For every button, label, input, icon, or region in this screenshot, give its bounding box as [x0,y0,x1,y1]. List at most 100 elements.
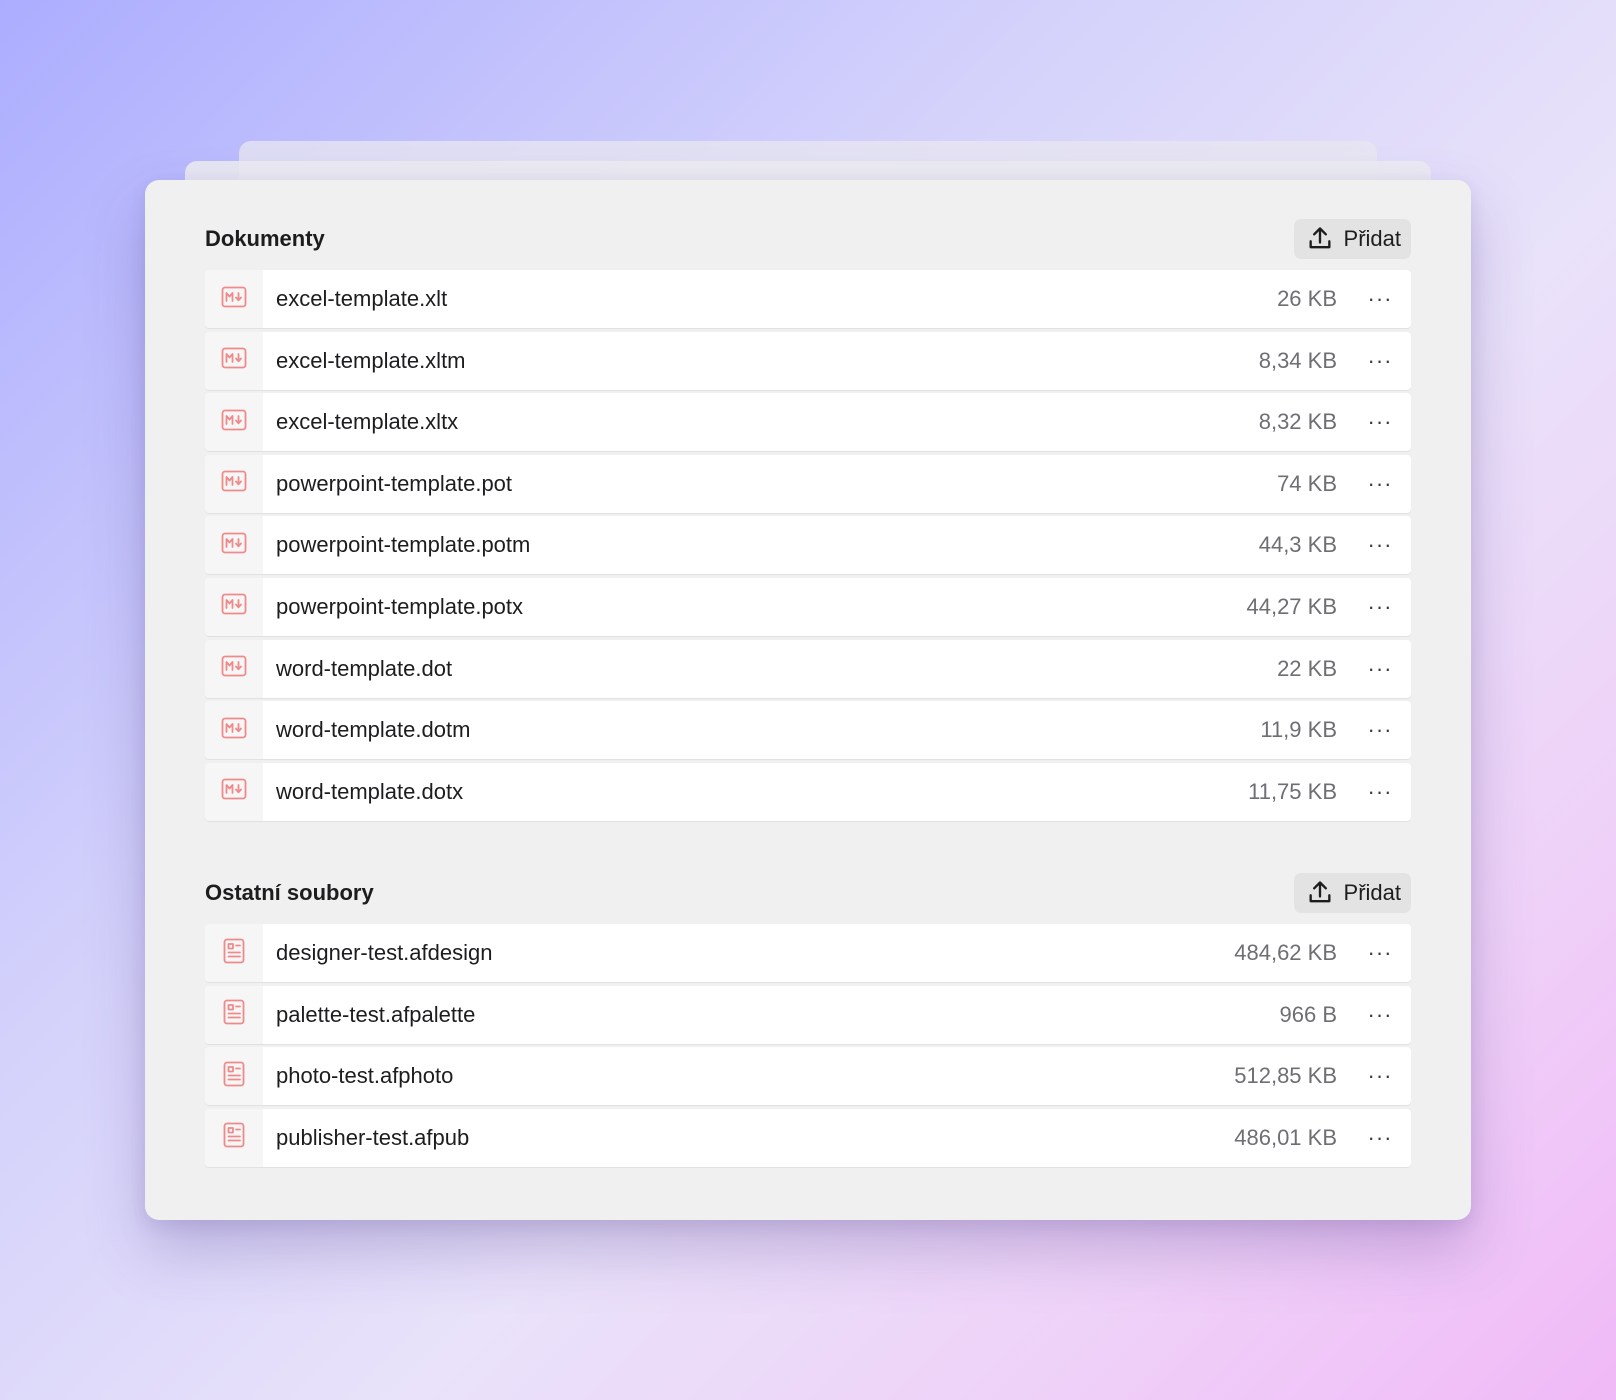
file-row[interactable]: word-template.dotm 11,9 KB ··· [205,701,1411,760]
more-options-icon: ··· [1367,532,1393,558]
file-size: 486,01 KB [1234,1124,1337,1150]
document-file-icon [223,1061,245,1092]
document-file-icon [223,999,245,1030]
file-icon-cell [205,639,263,698]
section-title: Dokumenty [205,226,325,251]
file-size: 484,62 KB [1234,940,1337,965]
more-options-button[interactable]: ··· [1355,525,1405,565]
file-icon-cell [205,393,263,452]
add-file-button[interactable]: Přidat [1293,873,1411,913]
file-size: 11,9 KB [1260,717,1337,743]
more-options-button[interactable]: ··· [1355,464,1405,504]
section-header: Ostatní soubory Přidat [205,872,1411,914]
markdown-file-icon [221,532,247,559]
file-icon-cell [205,270,263,328]
file-icon-cell [205,985,263,1044]
add-button-label: Přidat [1343,880,1401,905]
file-row[interactable]: publisher-test.afpub 486,01 KB ··· [205,1108,1411,1167]
file-size: 8,32 KB [1258,409,1337,435]
document-file-icon [223,938,245,969]
more-options-button[interactable]: ··· [1355,772,1405,812]
more-options-button[interactable]: ··· [1355,279,1405,319]
more-options-icon: ··· [1367,717,1393,743]
file-name[interactable]: excel-template.xltm [276,348,1259,374]
more-options-button[interactable]: ··· [1355,1118,1405,1158]
file-name[interactable]: word-template.dotx [276,779,1248,805]
file-icon-cell [205,762,263,821]
file-icon-cell [205,924,263,982]
file-size: 512,85 KB [1234,1063,1337,1089]
file-size: 26 KB [1277,286,1337,311]
file-list: designer-test.afdesign 484,62 KB ··· palett… [205,924,1411,1167]
file-icon-cell [205,331,263,390]
file-name[interactable]: word-template.dot [276,656,1277,682]
add-button-label: Přidat [1343,226,1401,251]
more-options-button[interactable]: ··· [1355,649,1405,689]
file-name[interactable]: powerpoint-template.potm [276,532,1259,558]
file-icon-cell [205,1108,263,1167]
file-name[interactable]: photo-test.afphoto [276,1063,1234,1089]
file-list: excel-template.xlt 26 KB ··· excel-template… [205,270,1411,821]
markdown-file-icon [221,470,247,497]
file-size: 44,27 KB [1246,593,1337,619]
file-icon-cell [205,516,263,575]
file-size: 22 KB [1277,655,1337,681]
file-name[interactable]: excel-template.xlt [276,286,1277,312]
more-options-button[interactable]: ··· [1355,341,1405,381]
file-name[interactable]: word-template.dotm [276,717,1260,743]
more-options-icon: ··· [1367,655,1393,681]
upload-icon [1306,879,1334,907]
file-row[interactable]: word-template.dot 22 KB ··· [205,639,1411,698]
file-row[interactable]: powerpoint-template.potm 44,3 KB ··· [205,516,1411,575]
markdown-file-icon [221,655,247,682]
markdown-file-icon [221,778,247,805]
file-size: 74 KB [1277,470,1337,496]
file-name[interactable]: powerpoint-template.potx [276,594,1246,620]
file-size: 966 B [1279,1001,1338,1027]
more-options-button[interactable]: ··· [1355,402,1405,442]
markdown-file-icon [221,593,247,620]
more-options-icon: ··· [1367,1063,1393,1089]
file-row[interactable]: excel-template.xltx 8,32 KB ··· [205,393,1411,452]
more-options-icon: ··· [1367,1001,1393,1027]
file-row[interactable]: powerpoint-template.potx 44,27 KB ··· [205,577,1411,636]
file-row[interactable]: powerpoint-template.pot 74 KB ··· [205,454,1411,513]
file-row[interactable]: excel-template.xlt 26 KB ··· [205,270,1411,328]
files-panel: Dokumenty Přidat excel-template.xlt 26 KB ··… [145,180,1471,1220]
section-title: Ostatní soubory [205,880,374,905]
add-file-button[interactable]: Přidat [1293,219,1411,259]
file-size: 11,75 KB [1248,778,1337,804]
more-options-icon: ··· [1367,1124,1393,1150]
more-options-icon: ··· [1367,409,1393,435]
file-row[interactable]: photo-test.afphoto 512,85 KB ··· [205,1047,1411,1106]
more-options-icon: ··· [1367,286,1393,311]
more-options-icon: ··· [1367,940,1393,965]
section-header: Dokumenty Přidat [205,218,1411,260]
file-size: 44,3 KB [1258,532,1337,558]
file-row[interactable]: designer-test.afdesign 484,62 KB ··· [205,924,1411,982]
more-options-button[interactable]: ··· [1355,995,1405,1035]
file-icon-cell [205,1047,263,1106]
file-row[interactable]: word-template.dotx 11,75 KB ··· [205,762,1411,821]
file-icon-cell [205,454,263,513]
file-name[interactable]: designer-test.afdesign [276,940,1234,966]
file-name[interactable]: publisher-test.afpub [276,1125,1234,1151]
file-row[interactable]: palette-test.afpalette 966 B ··· [205,985,1411,1044]
more-options-button[interactable]: ··· [1355,1056,1405,1096]
more-options-icon: ··· [1367,470,1393,496]
document-file-icon [223,1122,245,1153]
more-options-button[interactable]: ··· [1355,587,1405,627]
section-ostatni-soubory: Ostatní soubory Přidat designer-test.afdes… [205,872,1411,1170]
file-name[interactable]: palette-test.afpalette [276,1002,1280,1028]
file-name[interactable]: powerpoint-template.pot [276,471,1277,497]
more-options-button[interactable]: ··· [1355,933,1405,973]
upload-icon [1306,225,1334,253]
file-name[interactable]: excel-template.xltx [276,409,1259,435]
markdown-file-icon [221,347,247,374]
file-size: 8,34 KB [1258,347,1337,373]
more-options-icon: ··· [1367,593,1393,619]
more-options-button[interactable]: ··· [1355,710,1405,750]
file-icon-cell [205,577,263,636]
file-row[interactable]: excel-template.xltm 8,34 KB ··· [205,331,1411,390]
markdown-file-icon [221,717,247,744]
